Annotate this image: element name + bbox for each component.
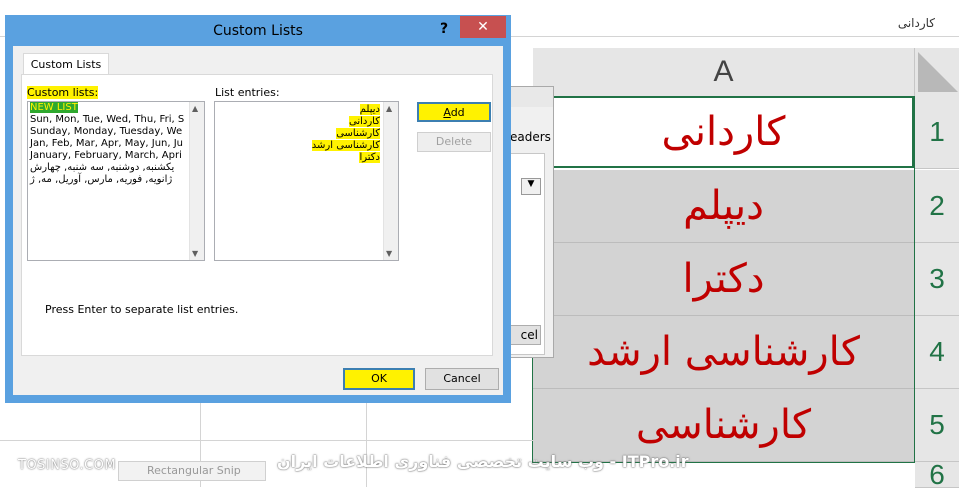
sort-dialog-behind: eaders ▼ cel [506,86,554,358]
list-item[interactable]: January, February, March, Apri [28,150,204,162]
custom-lists-dialog: Custom Lists ? ✕ Custom Lists Custom lis… [5,15,511,403]
ok-button[interactable]: OK [343,368,415,390]
list-entry: کارشناسی [336,128,380,139]
add-button[interactable]: Add [417,102,491,122]
list-item[interactable]: Sun, Mon, Tue, Wed, Thu, Fri, S [28,114,204,126]
gridline [366,400,367,487]
row-header-6[interactable]: 6 [915,459,959,490]
tab-panel: Custom lists: List entries: NEW LIST Sun… [21,74,493,356]
help-icon[interactable]: ? [437,19,451,39]
list-entry: دکترا [359,152,380,163]
row-header-1[interactable]: 1 [915,96,959,169]
chevron-down-icon[interactable]: ▼ [521,178,541,195]
watermark-right: وب سایت تخصصی فناوری اطلاعات ایران - ITP… [277,452,689,471]
custom-lists-label: Custom lists: [27,86,99,99]
list-entry: دیپلم [359,104,380,115]
close-icon[interactable]: ✕ [460,16,506,38]
snip-tooltip: Rectangular Snip [118,461,266,481]
watermark-left: TOSINSO.COM [18,458,117,473]
list-item[interactable]: NEW LIST [28,102,204,114]
dialog-client: Custom Lists Custom lists: List entries:… [13,46,503,395]
dialog-title: Custom Lists [213,23,303,39]
scroll-up-icon[interactable]: ▲ [192,104,198,113]
cell-a1[interactable]: کاردانی [533,96,914,168]
row-header-4[interactable]: 4 [915,316,959,389]
list-entries-content: دیپلم کاردانی کارشناسی کارشناسی ارشد دکت… [311,104,380,164]
list-entries-scrollbar[interactable]: ▲ ▼ [383,102,398,260]
cancel-button[interactable]: Cancel [425,368,499,390]
list-entries-label: List entries: [215,86,280,99]
list-entries-textbox[interactable]: دیپلم کاردانی کارشناسی کارشناسی ارشد دکت… [214,101,399,261]
behind-titlebar [507,87,553,107]
select-all-triangle-icon [918,52,958,92]
cell-a3[interactable]: دکترا [533,243,914,316]
row-header-5[interactable]: 5 [915,389,959,462]
scroll-down-icon[interactable]: ▼ [386,249,392,258]
hint-text: Press Enter to separate list entries. [45,303,239,316]
list-item[interactable]: یکشنبه, دوشنبه, سه شنبه, چهارش [28,162,204,174]
custom-lists-scrollbar[interactable]: ▲ ▼ [189,102,204,260]
gridline [0,440,533,441]
list-item[interactable]: Jan, Feb, Mar, Apr, May, Jun, Ju [28,138,204,150]
cell-a2[interactable]: دیپلم [533,170,914,243]
list-item[interactable]: Sunday, Monday, Tuesday, We [28,126,204,138]
column-header-a[interactable]: A [533,48,915,97]
list-entry: کارشناسی ارشد [311,140,380,151]
custom-lists-listbox[interactable]: NEW LIST Sun, Mon, Tue, Wed, Thu, Fri, S… [27,101,205,261]
dialog-titlebar[interactable]: Custom Lists ? ✕ [5,15,511,46]
list-entry: کاردانی [349,116,380,127]
scroll-up-icon[interactable]: ▲ [386,104,392,113]
row-header-3[interactable]: 3 [915,243,959,316]
behind-cancel-button[interactable]: cel [507,325,541,345]
tab-custom-lists[interactable]: Custom Lists [23,53,109,75]
formula-content[interactable]: کاردانی [898,16,935,30]
behind-headers-text: eaders [510,130,551,144]
delete-button[interactable]: Delete [417,132,491,152]
cell-a4[interactable]: کارشناسی ارشد [533,316,914,389]
list-item[interactable]: ژانویه, فوریه, مارس, آوریل, مه, ژ [28,174,204,186]
row-header-2[interactable]: 2 [915,170,959,243]
scroll-down-icon[interactable]: ▼ [192,249,198,258]
